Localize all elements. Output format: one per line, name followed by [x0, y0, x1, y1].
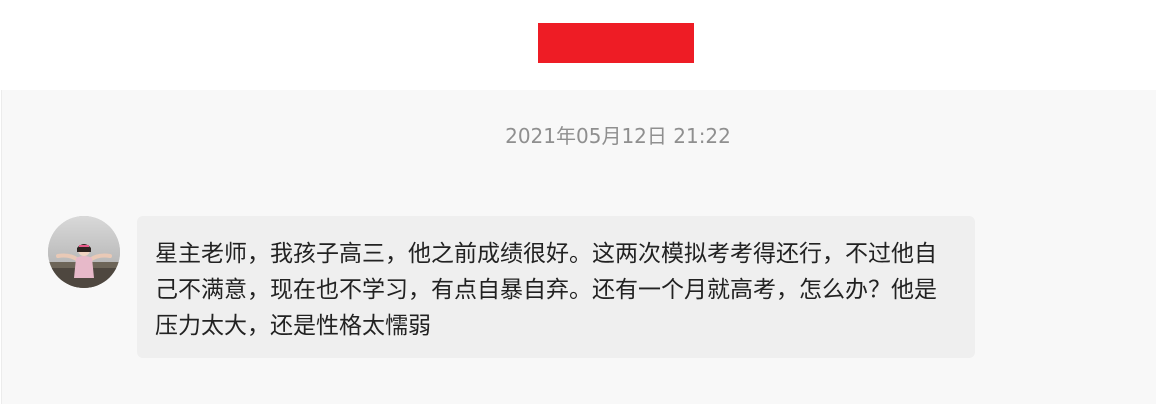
user-avatar-icon[interactable] [48, 216, 120, 288]
redacted-title-block [538, 23, 694, 63]
page: 2021年05月12日 21:22 星主老师，我孩子高三，他之前成绩很好。这两次… [0, 0, 1156, 404]
message-timestamp: 2021年05月12日 21:22 [505, 124, 731, 148]
message-text: 星主老师，我孩子高三，他之前成绩很好。这两次模拟考考得还行，不过他自己不满意，现… [155, 241, 937, 339]
chat-area[interactable]: 2021年05月12日 21:22 星主老师，我孩子高三，他之前成绩很好。这两次… [1, 90, 1156, 404]
header-bar [0, 0, 1156, 90]
avatar-photo [48, 216, 120, 288]
message-bubble[interactable]: 星主老师，我孩子高三，他之前成绩很好。这两次模拟考考得还行，不过他自己不满意，现… [137, 216, 975, 358]
